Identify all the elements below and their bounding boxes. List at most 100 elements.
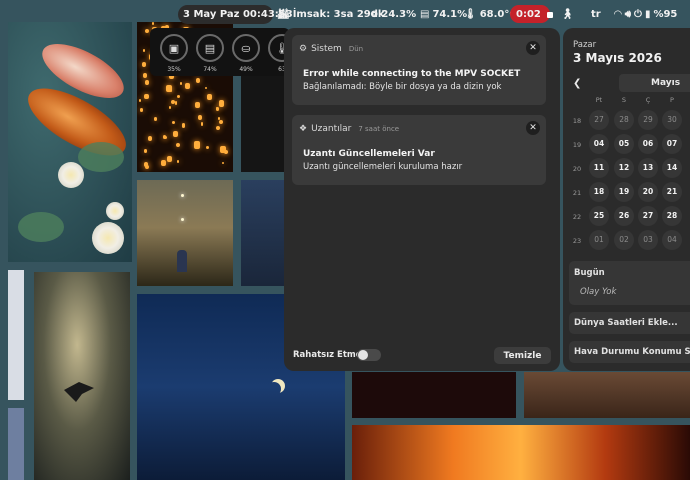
notification-panel: ⚙ Sistem Dün ✕ Error while connecting to…	[284, 28, 560, 371]
red-flowers-wallpaper-tile	[352, 372, 516, 418]
memory-icon: ▤	[420, 8, 430, 20]
disk-icon: ⛀	[232, 34, 260, 62]
calendar-day[interactable]: 14	[662, 158, 682, 178]
dragon-wallpaper-tile	[34, 272, 130, 480]
lantern-decoration	[148, 136, 153, 141]
world-clocks-label: Dünya Saatleri Ekle...	[574, 318, 678, 328]
battery-icon: ▮	[644, 8, 651, 20]
toggle-knob	[358, 350, 368, 360]
calendar-day[interactable]: 12	[614, 158, 634, 178]
fire-wallpaper-tile	[352, 425, 690, 480]
notification-app: ❖ Uzantılar 7 saat önce	[299, 124, 399, 134]
calendar-day[interactable]: 27	[589, 110, 609, 130]
calendar-day[interactable]: 21	[662, 182, 682, 202]
lantern-decoration	[170, 99, 175, 105]
lantern-decoration	[198, 115, 202, 120]
lantern-decoration	[224, 149, 228, 155]
mountain-wallpaper-tile	[241, 180, 286, 286]
lantern-decoration	[170, 89, 173, 92]
gear-icon: ⚙	[299, 44, 308, 54]
lantern-decoration	[218, 119, 223, 125]
weather-location-button[interactable]: Hava Durumu Konumu Se	[569, 341, 690, 363]
notification-card[interactable]: ⚙ Sistem Dün ✕ Error while connecting to…	[292, 35, 546, 105]
weekday-header: Ç	[645, 96, 651, 104]
world-clocks-button[interactable]: Dünya Saatleri Ekle...	[569, 312, 690, 334]
lantern-decoration	[145, 28, 149, 34]
lantern-decoration	[153, 116, 158, 121]
calendar-day[interactable]: 19	[614, 182, 634, 202]
calendar-day[interactable]: 28	[614, 110, 634, 130]
calendar-day[interactable]: 11	[589, 158, 609, 178]
calendar-day[interactable]: 04	[589, 134, 609, 154]
calendar-day[interactable]: 06	[638, 134, 658, 154]
notification-body: Bağlanılamadı: Böyle bir dosya ya da diz…	[303, 82, 502, 92]
close-icon[interactable]: ✕	[526, 41, 540, 55]
warrior-wallpaper-tile	[524, 372, 690, 418]
lantern-decoration	[195, 78, 200, 84]
cpu-text: 24.3%	[381, 9, 417, 20]
week-number: 18	[572, 117, 582, 125]
lantern-decoration	[215, 106, 220, 112]
calendar-day[interactable]: 02	[614, 230, 634, 250]
calendar-month[interactable]: Mayıs	[619, 74, 690, 92]
calendar-day[interactable]: 03	[638, 230, 658, 250]
do-not-disturb-toggle[interactable]	[357, 349, 381, 361]
calendar-day[interactable]: 13	[638, 158, 658, 178]
lantern-decoration	[176, 159, 180, 163]
keyboard-layout-button[interactable]: tr	[591, 6, 601, 23]
city-wallpaper-tile	[8, 408, 24, 480]
lantern-decoration	[143, 93, 149, 100]
mosque-icon: 🕌︎	[277, 8, 290, 20]
calendar-day[interactable]: 26	[614, 206, 634, 226]
lantern-decoration	[143, 148, 148, 153]
memory-icon: ▤	[196, 34, 224, 62]
system-status-button[interactable]: ◠ 🔊︎ ⏻ ▮ %95	[614, 6, 677, 23]
calendar-day[interactable]: 27	[638, 206, 658, 226]
today-events-section[interactable]: Bugün Olay Yok	[569, 261, 690, 305]
calendar-day[interactable]: 05	[614, 134, 634, 154]
chevron-left-icon[interactable]: ❮	[573, 78, 581, 89]
lantern-decoration	[138, 99, 142, 103]
notification-app: ⚙ Sistem Dün	[299, 44, 363, 54]
calendar-day[interactable]: 25	[589, 206, 609, 226]
cpu-indicator[interactable]: ⊚ 24.3%	[370, 6, 416, 23]
lantern-decoration	[139, 108, 143, 113]
calendar-day[interactable]: 07	[662, 134, 682, 154]
disk-monitor[interactable]: ⛀ 49%	[232, 34, 260, 73]
imsak-indicator[interactable]: 🕌︎ İmsak: 3sa 29dk	[277, 6, 385, 23]
lantern-decoration	[194, 141, 201, 149]
lantern-decoration	[167, 155, 173, 162]
memory-indicator[interactable]: ▤ 74.1%	[420, 6, 467, 23]
top-bar: 3 May Paz 00:43:53 🕌︎ İmsak: 3sa 29dk ⊚ …	[0, 0, 690, 28]
calendar-day[interactable]: 20	[638, 182, 658, 202]
memory-monitor[interactable]: ▤ 74%	[196, 34, 224, 73]
close-icon[interactable]: ✕	[526, 121, 540, 135]
cpu-monitor[interactable]: ▣ 35%	[160, 34, 188, 73]
clear-notifications-button[interactable]: Temizle	[494, 347, 551, 364]
lantern-decoration	[169, 106, 172, 109]
calendar-day[interactable]: 29	[638, 110, 658, 130]
wifi-icon: ◠	[614, 8, 622, 20]
disk-monitor-label: 49%	[239, 66, 253, 73]
cpu-monitor-label: 35%	[167, 66, 181, 73]
lantern-decoration	[194, 101, 200, 108]
calendar-day[interactable]: 01	[589, 230, 609, 250]
temperature-indicator[interactable]: 🌡︎ 68.0°C	[464, 6, 517, 23]
notification-card[interactable]: ❖ Uzantılar 7 saat önce ✕ Uzantı Güncell…	[292, 115, 546, 185]
calendar-day[interactable]: 18	[589, 182, 609, 202]
side-wallpaper-tile	[8, 270, 24, 400]
lantern-decoration	[144, 80, 150, 86]
lantern-decoration	[143, 162, 148, 167]
week-number: 19	[572, 141, 582, 149]
accessibility-button[interactable]: 🚶︎	[561, 6, 574, 23]
calendar-full-date[interactable]: 3 Mayıs 2026	[573, 51, 662, 65]
week-number: 21	[572, 189, 582, 197]
lantern-decoration	[181, 123, 186, 128]
calendar-day[interactable]: 04	[662, 230, 682, 250]
calendar-day[interactable]: 28	[662, 206, 682, 226]
lantern-decoration	[216, 125, 221, 131]
lantern-decoration	[174, 101, 178, 105]
volume-icon: 🔊︎	[624, 8, 632, 20]
record-indicator[interactable]: 0:02	[516, 6, 553, 23]
calendar-day[interactable]: 30	[662, 110, 682, 130]
